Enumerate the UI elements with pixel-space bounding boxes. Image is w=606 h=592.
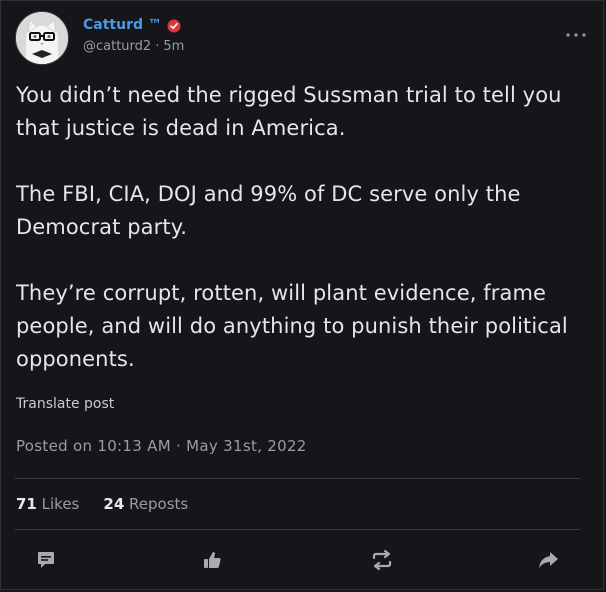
- handle-row: @catturd2 · 5m: [83, 39, 184, 54]
- likes-label: Likes: [41, 495, 80, 513]
- more-icon: [566, 33, 586, 37]
- share-icon: [539, 552, 558, 568]
- translate-post-link[interactable]: Translate post: [16, 396, 114, 412]
- thumbs-up-icon: [204, 552, 221, 568]
- reposts-count: 24: [103, 495, 125, 513]
- comment-icon: [38, 552, 54, 568]
- verified-icon: [167, 18, 181, 33]
- reposts-stat[interactable]: 24 Reposts: [103, 495, 188, 513]
- post-timestamp[interactable]: Posted on 10:13 AM · May 31st, 2022: [16, 437, 307, 455]
- divider-bottom: [15, 529, 580, 530]
- post-header: Catturd ™ @catturd2 · 5m: [15, 11, 595, 65]
- action-bar: [21, 544, 581, 576]
- more-options-button[interactable]: [561, 25, 591, 45]
- display-name[interactable]: Catturd ™: [83, 17, 162, 33]
- avatar-cat-image: [16, 12, 68, 64]
- reply-button[interactable]: [31, 544, 61, 576]
- share-button[interactable]: [533, 544, 563, 576]
- divider-top: [15, 478, 580, 479]
- repost-button[interactable]: [367, 544, 397, 576]
- likes-count: 71: [16, 495, 37, 513]
- handle[interactable]: @catturd2: [83, 39, 151, 54]
- reposts-label: Reposts: [129, 495, 189, 513]
- post-card: Catturd ™ @catturd2 · 5m You didn’t need…: [0, 0, 604, 590]
- handle-separator: ·: [155, 39, 160, 54]
- like-button[interactable]: [197, 544, 227, 576]
- repost-icon: [372, 550, 392, 570]
- name-row: Catturd ™: [83, 17, 181, 33]
- avatar[interactable]: [15, 11, 69, 65]
- post-stats: 71 Likes 24 Reposts: [16, 495, 188, 513]
- post-time-ago[interactable]: 5m: [163, 39, 184, 54]
- likes-stat[interactable]: 71 Likes: [16, 495, 79, 513]
- post-text: You didn’t need the rigged Sussman trial…: [16, 83, 568, 371]
